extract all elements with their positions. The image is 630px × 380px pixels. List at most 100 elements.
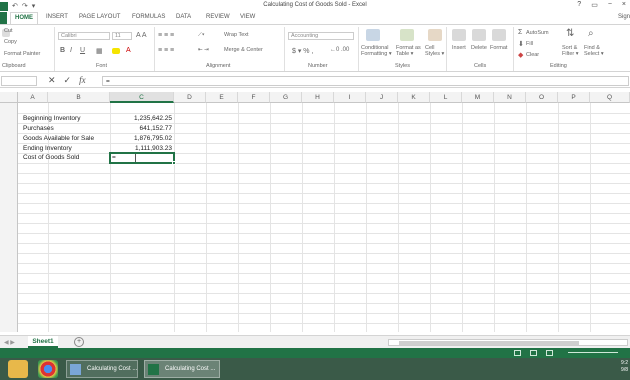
column-header-a[interactable]: A <box>18 92 48 103</box>
file-tab[interactable] <box>0 12 7 24</box>
find-select-icon[interactable]: ⌕ <box>588 28 594 39</box>
cell-styles-icon[interactable] <box>428 29 442 41</box>
column-header-p[interactable]: P <box>558 92 590 103</box>
autosum-icon[interactable]: Σ <box>518 29 522 36</box>
font-size-box[interactable]: 11 <box>112 32 132 40</box>
indent-icon[interactable]: ⇤ ⇥ <box>198 47 209 53</box>
chrome-icon[interactable] <box>38 360 58 378</box>
formula-input[interactable]: = <box>102 76 629 86</box>
page-break-view-icon[interactable] <box>546 350 553 356</box>
normal-view-icon[interactable] <box>514 350 521 356</box>
copy-button[interactable]: Copy <box>4 39 17 45</box>
column-header-l[interactable]: L <box>430 92 462 103</box>
bold-icon[interactable]: B <box>60 47 65 54</box>
format-cells-icon[interactable] <box>492 29 506 41</box>
wrap-text-button[interactable]: Wrap Text <box>224 32 249 38</box>
name-box[interactable] <box>1 76 37 86</box>
select-all-corner[interactable] <box>0 92 18 103</box>
cancel-entry-icon[interactable]: ✕ <box>48 75 56 86</box>
column-header-j[interactable]: J <box>366 92 398 103</box>
column-header-n[interactable]: N <box>494 92 526 103</box>
column-header-f[interactable]: F <box>238 92 270 103</box>
tab-data[interactable]: DATA <box>176 14 191 20</box>
underline-icon[interactable]: U <box>80 47 85 54</box>
merge-center-button[interactable]: Merge & Center <box>224 47 263 53</box>
fill-icon[interactable]: ⬇ <box>518 40 524 48</box>
page-layout-view-icon[interactable] <box>530 350 537 356</box>
system-tray[interactable]: 9:2 9/8 <box>621 360 628 374</box>
column-header-c[interactable]: C <box>110 92 174 103</box>
insert-function-icon[interactable]: fx <box>79 75 86 86</box>
grow-shrink-font-icon[interactable]: A A <box>136 32 147 39</box>
worksheet-grid[interactable]: A B C D E F G H I J K L M N O P Q Beginn… <box>0 92 630 332</box>
clear-button[interactable]: Clear <box>526 52 539 58</box>
fill-handle[interactable] <box>172 161 176 165</box>
align-top-icon[interactable]: ≡ ≡ ≡ <box>158 32 174 39</box>
decimal-icon[interactable]: ←0 .00 <box>330 47 349 53</box>
cell-b-label[interactable]: Purchases <box>23 124 54 134</box>
help-button[interactable]: ? <box>577 1 581 9</box>
insert-cells-icon[interactable] <box>452 29 466 41</box>
enter-entry-icon[interactable]: ✓ <box>64 75 72 86</box>
scrollbar-thumb[interactable] <box>399 341 579 345</box>
tab-view[interactable]: VIEW <box>240 14 255 20</box>
format-as-table-button[interactable]: Format as Table ▾ <box>396 45 421 57</box>
sort-filter-button[interactable]: Sort & Filter ▾ <box>562 45 579 57</box>
column-header-e[interactable]: E <box>206 92 238 103</box>
number-format-box[interactable]: Accounting <box>288 32 354 40</box>
currency-percent-comma-icon[interactable]: $ ▾ % , <box>292 47 313 55</box>
tab-insert[interactable]: INSERT <box>46 14 68 20</box>
cell-b-label[interactable]: Cost of Goods Sold <box>23 153 79 163</box>
tab-formulas[interactable]: FORMULAS <box>132 14 165 20</box>
sign-in-link[interactable]: Sign <box>618 14 630 20</box>
sort-filter-icon[interactable]: ⇅ <box>566 28 574 39</box>
column-header-h[interactable]: H <box>302 92 334 103</box>
conditional-formatting-icon[interactable] <box>366 29 380 41</box>
column-header-m[interactable]: M <box>462 92 494 103</box>
zoom-slider[interactable] <box>568 352 618 353</box>
tab-page-layout[interactable]: PAGE LAYOUT <box>79 14 120 20</box>
cell-c-value[interactable]: 1,876,795.02 <box>112 134 172 144</box>
tab-review[interactable]: REVIEW <box>206 14 230 20</box>
insert-cells-button[interactable]: Insert <box>452 45 466 51</box>
column-header-q[interactable]: Q <box>590 92 630 103</box>
borders-icon[interactable]: ▦ <box>96 47 103 55</box>
conditional-formatting-button[interactable]: Conditional Formatting ▾ <box>361 45 392 57</box>
horizontal-scrollbar[interactable] <box>388 339 628 346</box>
italic-icon[interactable]: I <box>70 47 72 54</box>
taskbar-item-video[interactable]: Calculating Cost ... <box>66 360 138 378</box>
taskbar-item-excel[interactable]: Calculating Cost ... <box>144 360 220 378</box>
close-button[interactable]: × <box>622 1 626 9</box>
sheet-tab-sheet1[interactable]: Sheet1 <box>28 336 58 348</box>
column-header-i[interactable]: I <box>334 92 366 103</box>
format-painter-button[interactable]: Format Painter <box>4 51 40 57</box>
autosum-button[interactable]: AutoSum <box>526 30 549 36</box>
column-header-b[interactable]: B <box>48 92 110 103</box>
format-as-table-icon[interactable] <box>400 29 414 41</box>
active-cell[interactable] <box>109 152 175 164</box>
row-headers[interactable] <box>0 103 18 332</box>
orientation-icon[interactable]: ⟋▾ <box>198 32 205 39</box>
align-left-icon[interactable]: ≡ ≡ ≡ <box>158 47 174 54</box>
delete-cells-button[interactable]: Delete <box>471 45 487 51</box>
column-header-o[interactable]: O <box>526 92 558 103</box>
cell-styles-button[interactable]: Cell Styles ▾ <box>425 45 444 57</box>
cut-button[interactable]: Cut <box>4 28 13 34</box>
sheet-nav-arrows-icon[interactable]: ◀ ▶ <box>4 339 15 346</box>
column-header-g[interactable]: G <box>270 92 302 103</box>
ribbon-display-button[interactable]: ▭ <box>591 1 598 9</box>
cell-c-value[interactable]: 1,235,642.25 <box>112 114 172 124</box>
clear-icon[interactable]: ◆ <box>518 51 523 59</box>
file-explorer-icon[interactable] <box>8 360 28 378</box>
font-name-box[interactable]: Calibri <box>58 32 110 40</box>
delete-cells-icon[interactable] <box>472 29 486 41</box>
font-color-icon[interactable]: A <box>126 47 131 54</box>
fill-button[interactable]: Fill <box>526 41 533 47</box>
format-cells-button[interactable]: Format <box>490 45 507 51</box>
cell-c-value[interactable]: 641,152.77 <box>112 124 172 134</box>
cell-b-label[interactable]: Goods Available for Sale <box>23 134 94 144</box>
fill-color-icon[interactable] <box>112 48 120 54</box>
cell-b-label[interactable]: Beginning Inventory <box>23 114 80 124</box>
add-sheet-icon[interactable]: + <box>74 337 84 347</box>
find-select-button[interactable]: Find & Select ▾ <box>584 45 604 57</box>
